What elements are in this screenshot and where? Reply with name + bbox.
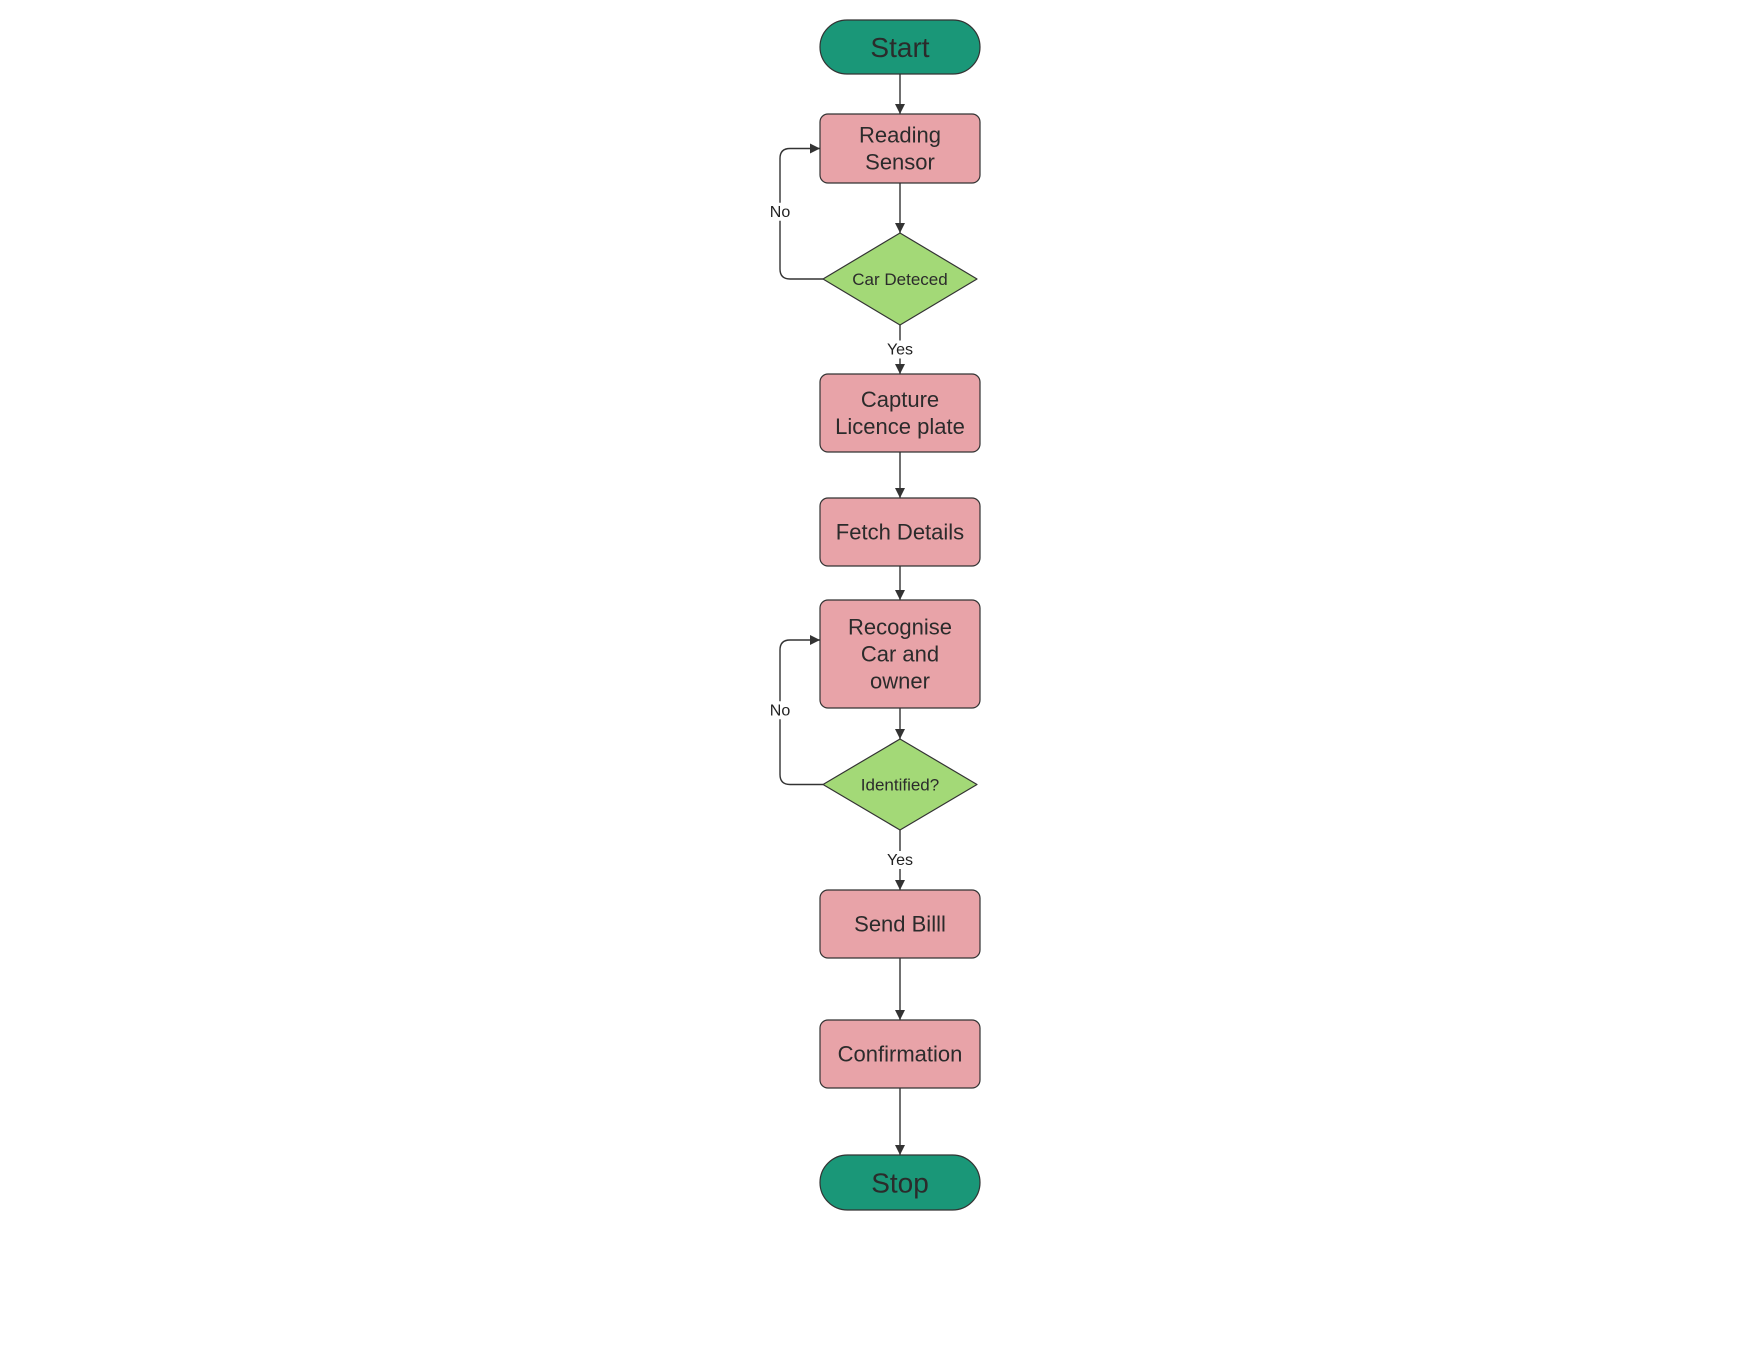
node-car-detected: Car Deteced [822, 232, 978, 326]
node-confirmation: Confirmation [819, 1019, 981, 1089]
node-label: Sensor [865, 150, 935, 175]
node-send-bill: Send Billl [819, 889, 981, 959]
edge-label: No [770, 702, 791, 719]
node-label: Stop [871, 1167, 929, 1198]
node-label: Start [870, 32, 929, 63]
node-label: Identified? [861, 775, 939, 794]
node-label: Send Billl [854, 912, 946, 937]
node-label: Car and [861, 642, 939, 667]
node-label: Capture [861, 387, 939, 412]
node-label: Recognise [848, 615, 952, 640]
node-label: Licence plate [835, 414, 965, 439]
edge-label: Yes [887, 852, 913, 869]
node-fetch-details: Fetch Details [819, 497, 981, 567]
node-identified: Identified? [822, 738, 978, 831]
node-capture-plate: CaptureLicence plate [819, 373, 981, 453]
node-stop: Stop [819, 1154, 981, 1211]
node-label: Reading [859, 123, 941, 148]
edge-label: No [770, 204, 791, 221]
node-label: owner [870, 669, 930, 694]
node-recognise-car: RecogniseCar andowner [819, 599, 981, 709]
node-label: Confirmation [838, 1042, 963, 1067]
node-label: Car Deteced [852, 270, 947, 289]
node-reading-sensor: ReadingSensor [819, 113, 981, 184]
node-start: Start [819, 19, 981, 75]
node-label: Fetch Details [836, 520, 964, 545]
flowchart: Start ReadingSensor Car Deteced CaptureLice… [765, 19, 981, 1211]
edge-label: Yes [887, 342, 913, 359]
process-shape [819, 373, 981, 453]
